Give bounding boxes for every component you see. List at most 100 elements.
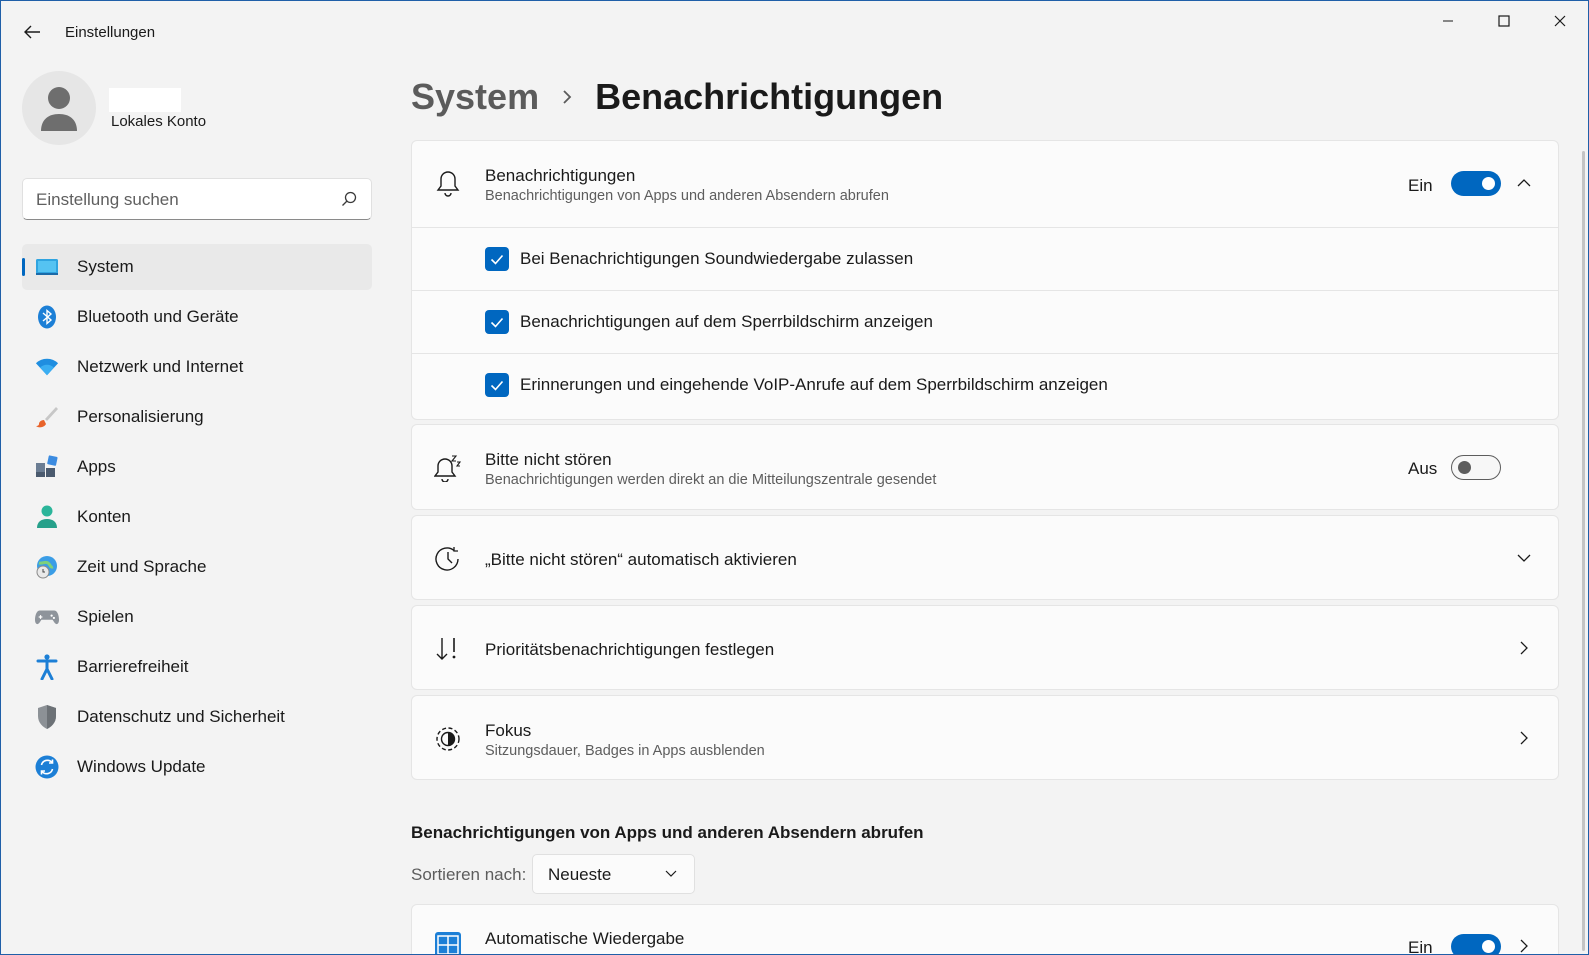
dnd-card: Bitte nicht stören Benachrichtigungen we…	[411, 424, 1559, 510]
sidebar-item-label: Barrierefreiheit	[77, 657, 189, 676]
dnd-toggle[interactable]	[1451, 455, 1501, 480]
sidebar-item-time-language[interactable]: Zeit und Sprache	[22, 544, 372, 590]
priority-icon	[434, 635, 462, 663]
sidebar-item-accounts[interactable]: Konten	[22, 494, 372, 540]
bell-icon	[434, 170, 462, 198]
sidebar-item-windows-update[interactable]: Windows Update	[22, 744, 372, 790]
close-icon	[1554, 15, 1566, 27]
search-input[interactable]: Einstellung suchen	[22, 178, 372, 220]
gamepad-icon	[35, 605, 59, 629]
person-icon	[35, 505, 59, 529]
breadcrumb-parent[interactable]: System	[411, 76, 539, 118]
person-avatar-icon	[41, 87, 77, 131]
priority-card[interactable]: Prioritätsbenachrichtigungen festlegen	[411, 605, 1559, 690]
update-icon	[35, 755, 59, 779]
focus-subtitle: Sitzungsdauer, Badges in Apps ausblenden	[485, 743, 765, 759]
apps-section-heading: Benachrichtigungen von Apps und anderen …	[411, 823, 924, 842]
auto-dnd-card[interactable]: „Bitte nicht stören“ automatisch aktivie…	[411, 515, 1559, 600]
sidebar-item-network[interactable]: Netzwerk und Internet	[22, 344, 372, 390]
search-placeholder: Einstellung suchen	[36, 190, 179, 209]
sidebar-item-system[interactable]: System	[22, 244, 372, 290]
sort-label: Sortieren nach:	[411, 865, 527, 884]
title-bar: Einstellungen	[1, 1, 1588, 63]
sidebar-item-label: Personalisierung	[77, 407, 204, 426]
shield-icon	[35, 705, 59, 729]
voip-checkbox[interactable]	[485, 373, 509, 397]
clock-icon	[434, 545, 462, 573]
maximize-icon	[1498, 15, 1510, 27]
chevron-right-icon	[561, 88, 573, 106]
minimize-icon	[1443, 20, 1453, 22]
back-button[interactable]	[19, 19, 45, 45]
system-icon	[35, 255, 59, 279]
sidebar-item-label: Apps	[77, 457, 116, 476]
search-icon	[342, 191, 357, 206]
sidebar-item-apps[interactable]: Apps	[22, 444, 372, 490]
sidebar-item-privacy[interactable]: Datenschutz und Sicherheit	[22, 694, 372, 740]
avatar[interactable]	[22, 71, 96, 145]
account-type: Lokales Konto	[111, 113, 207, 130]
brush-icon	[35, 405, 59, 429]
dnd-title: Bitte nicht stören	[485, 450, 612, 469]
bluetooth-icon	[35, 305, 59, 329]
checkbox-row-lockscreen[interactable]: Benachrichtigungen auf dem Sperrbildschi…	[412, 290, 1558, 353]
sidebar-item-personalization[interactable]: Personalisierung	[22, 394, 372, 440]
sidebar-item-label: Netzwerk und Internet	[77, 357, 244, 376]
chevron-down-icon[interactable]	[1514, 548, 1534, 568]
settings-window: Einstellungen Lokales Konto Einstellung …	[0, 0, 1589, 955]
sidebar-item-gaming[interactable]: Spielen	[22, 594, 372, 640]
checkbox-label: Erinnerungen und eingehende VoIP-Anrufe …	[520, 375, 1108, 394]
maximize-button[interactable]	[1476, 1, 1532, 41]
window-controls	[1420, 1, 1588, 41]
sidebar-item-accessibility[interactable]: Barrierefreiheit	[22, 644, 372, 690]
sidebar-item-label: Konten	[77, 507, 131, 526]
bell-snooze-icon	[434, 454, 462, 482]
priority-title: Prioritätsbenachrichtigungen festlegen	[485, 640, 775, 659]
sidebar-item-label: Windows Update	[77, 757, 206, 776]
sidebar-nav: System Bluetooth und Geräte Netzwerk und…	[22, 244, 372, 794]
chevron-right-icon[interactable]	[1514, 728, 1534, 748]
notifications-subtitle: Benachrichtigungen von Apps und anderen …	[485, 188, 889, 204]
checkbox-label: Bei Benachrichtigungen Soundwiedergabe z…	[520, 249, 914, 268]
arrow-left-icon	[24, 25, 40, 39]
chevron-right-icon[interactable]	[1514, 638, 1534, 658]
sidebar-item-label: Datenschutz und Sicherheit	[77, 707, 285, 726]
focus-title: Fokus	[485, 721, 532, 740]
notifications-card: Benachrichtigungen Benachrichtigungen vo…	[411, 140, 1559, 420]
profile-section: Lokales Konto	[22, 71, 372, 151]
sort-dropdown[interactable]: Neueste	[532, 854, 695, 894]
autoplay-app-icon	[434, 931, 462, 954]
app-toggle[interactable]	[1451, 934, 1501, 954]
checkbox-label: Benachrichtigungen auf dem Sperrbildschi…	[520, 312, 933, 331]
checkmark-icon	[490, 317, 504, 328]
app-title: Automatische Wiedergabe	[485, 929, 685, 948]
sound-checkbox[interactable]	[485, 247, 509, 271]
dnd-subtitle: Benachrichtigungen werden direkt an die …	[485, 472, 937, 488]
focus-card[interactable]: Fokus Sitzungsdauer, Badges in Apps ausb…	[411, 695, 1559, 780]
chevron-up-icon[interactable]	[1514, 173, 1534, 193]
notifications-header-row[interactable]: Benachrichtigungen Benachrichtigungen vo…	[412, 141, 1558, 227]
app-title: Einstellungen	[65, 24, 156, 41]
minimize-button[interactable]	[1420, 1, 1476, 41]
profile-name-redacted	[109, 88, 181, 112]
app-row-autoplay[interactable]: Automatische Wiedergabe Ein	[411, 904, 1559, 955]
sidebar-item-label: Spielen	[77, 607, 134, 626]
breadcrumb: System Benachrichtigungen	[411, 75, 943, 119]
notifications-state: Ein	[1408, 176, 1433, 195]
auto-dnd-title: „Bitte nicht stören“ automatisch aktivie…	[485, 550, 797, 569]
lockscreen-checkbox[interactable]	[485, 310, 509, 334]
apps-icon	[35, 455, 59, 479]
sort-value: Neueste	[548, 865, 612, 884]
dnd-state: Aus	[1408, 459, 1438, 478]
chevron-right-icon[interactable]	[1514, 936, 1534, 954]
checkbox-row-voip[interactable]: Erinnerungen und eingehende VoIP-Anrufe …	[412, 353, 1558, 416]
close-button[interactable]	[1532, 1, 1588, 41]
notifications-title: Benachrichtigungen	[485, 166, 636, 185]
sidebar-item-bluetooth[interactable]: Bluetooth und Geräte	[22, 294, 372, 340]
checkbox-row-sound[interactable]: Bei Benachrichtigungen Soundwiedergabe z…	[412, 227, 1558, 290]
app-state: Ein	[1408, 938, 1433, 955]
scrollbar[interactable]	[1582, 151, 1585, 951]
wifi-icon	[35, 355, 59, 379]
notifications-toggle[interactable]	[1451, 171, 1501, 196]
page-title: Benachrichtigungen	[595, 76, 944, 117]
